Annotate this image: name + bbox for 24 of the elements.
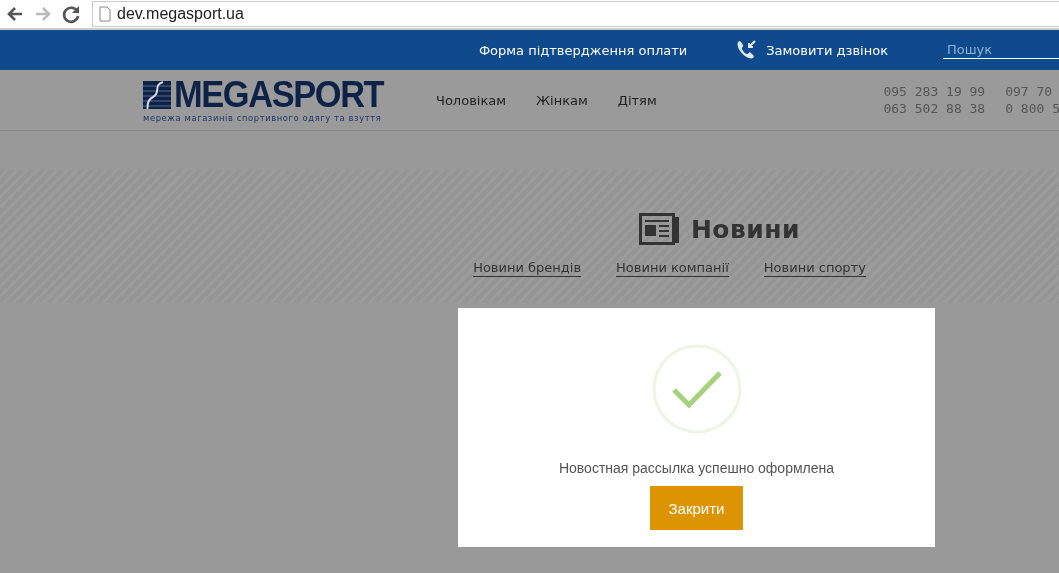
reload-icon[interactable] (60, 3, 82, 25)
phone-number: 0 800 5 (1005, 101, 1059, 116)
nav-link[interactable]: Дітям (617, 92, 657, 108)
checkmark-icon (651, 344, 742, 434)
nav-link[interactable]: Чоловікам (436, 92, 507, 108)
phone-number: 097 70 (1005, 84, 1054, 99)
nav-link[interactable]: Жінкам (536, 92, 588, 108)
logo-wordmark[interactable]: MEGASPORT (174, 77, 384, 112)
news-category-link[interactable]: Новини компанії (616, 260, 729, 277)
payment-link[interactable]: Форма підтвердження оплати (478, 42, 688, 58)
news-category-link[interactable]: Новини брендів (473, 260, 582, 277)
section-title: Новини (690, 214, 801, 244)
newspaper-icon (638, 213, 681, 245)
logo-tagline: мережа магазинів спортивного одягу та взуття (143, 112, 383, 123)
page-icon (99, 6, 111, 22)
search-field[interactable]: Пошук (943, 41, 1059, 59)
logo-icon (143, 80, 171, 109)
phone-number: 063 502 88 38 (883, 101, 986, 116)
phone-icon (735, 39, 758, 61)
address-bar[interactable]: dev.megasport.ua (92, 1, 1059, 27)
phone-number: 095 283 19 99 (883, 84, 986, 99)
news-category-link[interactable]: Новини спорту (763, 260, 866, 277)
success-message: Новостная рассылка успешно оформлена (558, 460, 835, 476)
callback-link[interactable]: Замовити дзвінок (766, 42, 888, 58)
